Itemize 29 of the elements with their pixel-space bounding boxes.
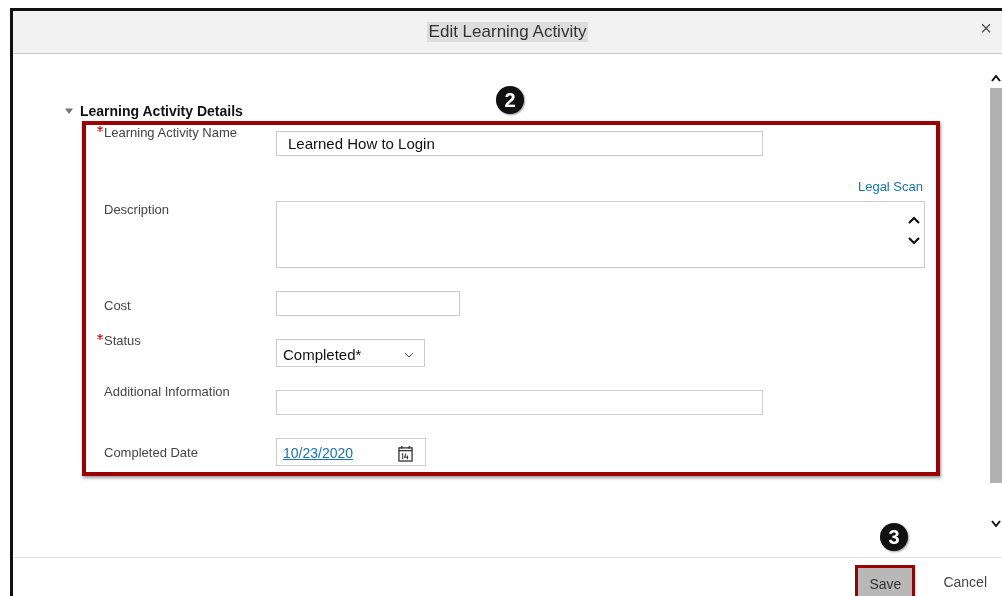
field-label: Completed Date [104, 445, 198, 460]
field-label: Description [104, 202, 170, 217]
cancel-button[interactable]: Cancel [937, 565, 993, 596]
dialog-title: Edit Learning Activity [426, 22, 589, 42]
scrollbar-thumb[interactable] [990, 88, 1002, 483]
required-asterisk-icon [97, 334, 103, 340]
calendar-icon[interactable] [398, 444, 413, 462]
legal-scan-link[interactable]: Legal Scan [857, 179, 923, 196]
required-asterisk-icon [97, 126, 103, 132]
text-field[interactable] [276, 390, 763, 415]
date-value-link[interactable]: 10/23/2020 [283, 445, 354, 461]
date-field[interactable]: 10/23/2020 [276, 438, 426, 466]
close-button[interactable]: × [976, 17, 996, 40]
scroll-down-icon[interactable] [990, 520, 1002, 528]
expand-triangle-icon[interactable] [65, 107, 73, 115]
save-button[interactable]: Save [855, 565, 916, 596]
chevron-down-icon [404, 351, 414, 358]
text-field[interactable]: Learned How to Login [276, 131, 763, 156]
description-field[interactable] [276, 201, 925, 268]
field-label: Additional Information [104, 384, 230, 399]
field-label: Status [104, 333, 141, 348]
step-number-badge: 2 [496, 86, 524, 114]
section-title: Learning Activity Details [80, 103, 243, 119]
text-field[interactable] [276, 291, 460, 316]
field-label: Learning Activity Name [104, 125, 237, 140]
scroll-up-icon[interactable] [990, 74, 1002, 82]
field-label: Cost [104, 298, 131, 313]
step-number-badge: 3 [880, 523, 908, 551]
status-dropdown[interactable]: Completed* [276, 339, 425, 367]
